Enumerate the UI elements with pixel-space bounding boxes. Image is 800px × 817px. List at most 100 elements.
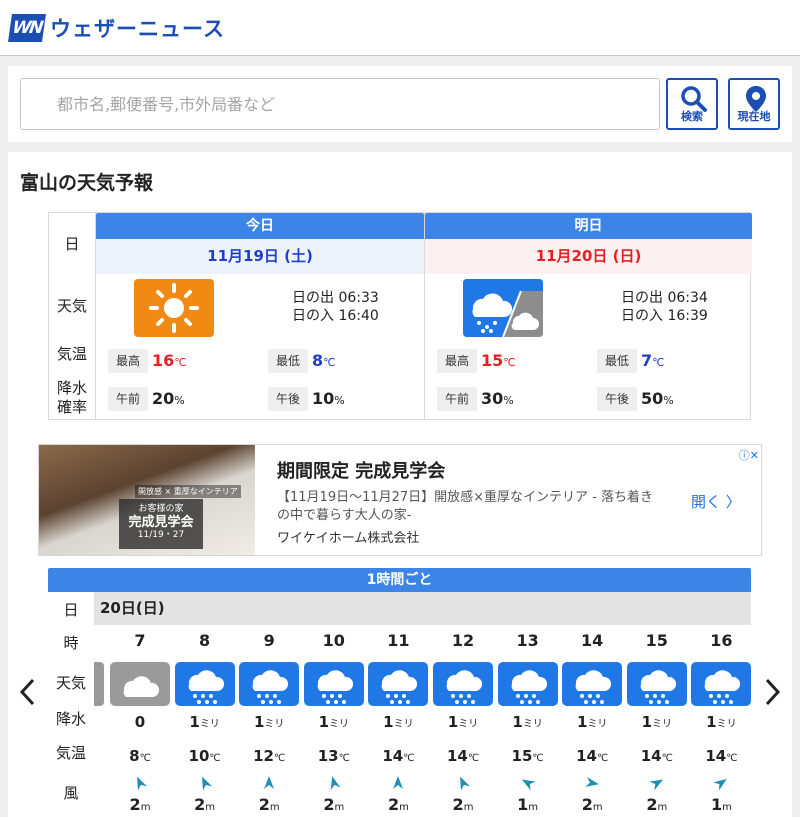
hour-wind-speed: 2m bbox=[581, 795, 603, 814]
hour-temp: 8℃ bbox=[129, 747, 151, 765]
hour-wind-speed: 2m bbox=[194, 795, 216, 814]
hour-time: 9 bbox=[263, 631, 275, 650]
pm-label: 午後 bbox=[597, 387, 637, 411]
wind-direction-arrow-icon bbox=[393, 776, 404, 789]
hour-precip: 1ミリ bbox=[189, 713, 220, 731]
rain-icon bbox=[562, 662, 623, 706]
hourly-date-label-cell: 日 bbox=[48, 592, 94, 625]
row-label-rain-line2: 確率 bbox=[56, 398, 87, 416]
partial-cloudy-icon bbox=[94, 662, 104, 706]
chevron-right-icon bbox=[765, 678, 781, 706]
hour-column: 7 0 8℃ 2m bbox=[108, 625, 172, 817]
row-label-rain: 降水 確率 bbox=[49, 379, 95, 417]
sunrise-today: 日の出 06:33 bbox=[292, 290, 379, 306]
am-label: 午前 bbox=[108, 387, 148, 411]
sunset-today: 日の入 16:40 bbox=[292, 308, 379, 324]
ad-company[interactable]: ワイケイホーム株式会社 bbox=[277, 527, 419, 546]
brand-name[interactable]: ウェザーニュース bbox=[50, 13, 225, 43]
hour-temp: 13℃ bbox=[317, 747, 350, 765]
min-label: 最低 bbox=[597, 349, 637, 373]
hour-column: 15 1ミリ 14℃ 2m bbox=[625, 625, 689, 817]
hour-temp: 14℃ bbox=[705, 747, 738, 765]
hour-wind-speed: 2m bbox=[258, 795, 280, 814]
scroll-right-button[interactable] bbox=[760, 672, 784, 712]
ad-open-button[interactable]: 開く 〉 bbox=[691, 491, 741, 512]
hour-time: 11 bbox=[387, 631, 410, 650]
wind-direction-arrow-icon bbox=[521, 779, 536, 791]
min-temp-tomorrow: 7℃ bbox=[641, 351, 665, 370]
hour-column: 9 1ミリ 12℃ 2m bbox=[237, 625, 301, 817]
scroll-left-button[interactable] bbox=[16, 672, 40, 712]
max-temp-today: 16℃ bbox=[152, 351, 187, 370]
row-label-rain-line1: 降水 bbox=[56, 379, 87, 397]
sun-times-today: 日の出 06:33 日の入 16:40 bbox=[292, 289, 379, 325]
hour-time: 16 bbox=[710, 631, 733, 650]
wind-direction-arrow-icon bbox=[330, 776, 341, 791]
row-label-weather: 天気 bbox=[56, 297, 87, 315]
hour-column: 8 1ミリ 10℃ 2m bbox=[173, 625, 237, 817]
hour-precip: 1ミリ bbox=[641, 713, 673, 731]
sunset-tomorrow: 日の入 16:39 bbox=[621, 308, 708, 324]
max-temp-tomorrow: 15℃ bbox=[481, 351, 516, 370]
hour-time: 15 bbox=[645, 631, 668, 650]
current-location-button[interactable]: 現在地 bbox=[728, 78, 780, 130]
hour-precip: 1ミリ bbox=[706, 713, 737, 731]
magnifier-icon bbox=[681, 86, 707, 112]
hourly-label-weather: 天気 bbox=[55, 674, 86, 692]
wind-direction-arrow-icon bbox=[649, 779, 663, 791]
row-label-temp: 気温 bbox=[56, 345, 87, 363]
day-column-today: 今日 11月19日 (土) 日の出 06:33 日の入 16:40 最高 16℃… bbox=[96, 213, 424, 419]
min-temp-today: 8℃ bbox=[312, 351, 336, 370]
pm-label: 午後 bbox=[268, 387, 308, 411]
wind-direction-arrow-icon bbox=[264, 776, 275, 789]
day-head-today: 今日 bbox=[96, 213, 424, 239]
hourly-label-temp: 気温 bbox=[55, 744, 86, 762]
hour-time: 13 bbox=[516, 631, 539, 650]
hour-precip: 0 bbox=[134, 713, 146, 731]
row-label-day: 日 bbox=[64, 235, 80, 253]
rain-icon bbox=[626, 662, 687, 706]
hourly-label-day: 日 bbox=[63, 601, 79, 619]
sunny-icon bbox=[134, 279, 214, 337]
rain-icon bbox=[368, 662, 429, 706]
hour-temp: 14℃ bbox=[446, 747, 480, 765]
hour-time: 7 bbox=[134, 631, 146, 650]
chevron-right-icon: 〉 bbox=[725, 493, 741, 511]
max-label: 最高 bbox=[108, 349, 148, 373]
search-button[interactable]: 検索 bbox=[666, 78, 718, 130]
forecast-panel: 富山の天気予報 日 天気 気温 降水 確率 今日 11月19日 (土) 日の出 … bbox=[8, 152, 792, 817]
hour-temp: 14℃ bbox=[382, 747, 415, 765]
rain-icon bbox=[174, 662, 235, 706]
wind-direction-arrow-icon bbox=[137, 776, 148, 791]
hour-precip: 1ミリ bbox=[318, 713, 350, 731]
day-date-today: 11月19日 (土) bbox=[96, 239, 424, 274]
search-input[interactable] bbox=[20, 78, 660, 130]
ad-title[interactable]: 期間限定 完成見学会 bbox=[277, 457, 445, 483]
hourly-forecast: 1時間ごと 日 20日(日) 時 天気 降水 気温 風 7 0 8℃ 2m 8 1ミリ 10… bbox=[48, 568, 753, 817]
advertisement-banner[interactable]: 開放感 × 重厚なインテリア お客様の家 完成見学会 11/19・27 期間限定… bbox=[38, 444, 762, 556]
wind-direction-arrow-icon bbox=[713, 778, 728, 791]
hour-column: 16 1ミリ 14℃ 1m bbox=[689, 625, 753, 817]
ad-choices-icon[interactable]: ⓘ✕ bbox=[739, 447, 759, 463]
ad-house-image[interactable]: 開放感 × 重厚なインテリア お客様の家 完成見学会 11/19・27 bbox=[39, 445, 255, 555]
pm-rain-tomorrow: 50% bbox=[641, 389, 674, 408]
hour-precip: 1ミリ bbox=[383, 713, 414, 731]
min-label: 最低 bbox=[268, 349, 308, 373]
am-rain-tomorrow: 30% bbox=[481, 389, 514, 408]
hour-temp: 14℃ bbox=[576, 747, 609, 765]
day-date-tomorrow: 11月20日 (日) bbox=[425, 239, 752, 274]
forecast-title: 富山の天気予報 bbox=[20, 172, 154, 194]
hour-precip: 1ミリ bbox=[512, 713, 543, 731]
ad-description[interactable]: 【11月19日〜11月27日】開放感×重厚なインテリア - 落ち着きの中で暮らす… bbox=[277, 489, 657, 525]
hour-precip: 1ミリ bbox=[576, 713, 608, 731]
max-label: 最高 bbox=[437, 349, 477, 373]
hour-temp: 15℃ bbox=[511, 747, 544, 765]
weathernews-logo[interactable]: WN bbox=[8, 13, 46, 42]
wind-direction-arrow-icon bbox=[585, 777, 600, 787]
hourly-label-wind: 風 bbox=[63, 784, 79, 802]
cloudy-icon bbox=[110, 662, 170, 706]
hour-time: 10 bbox=[322, 631, 345, 650]
am-rain-today: 20% bbox=[152, 389, 185, 408]
rain-icon bbox=[433, 662, 493, 706]
daily-forecast-table: 日 天気 気温 降水 確率 今日 11月19日 (土) 日の出 06:33 日の… bbox=[48, 212, 752, 420]
